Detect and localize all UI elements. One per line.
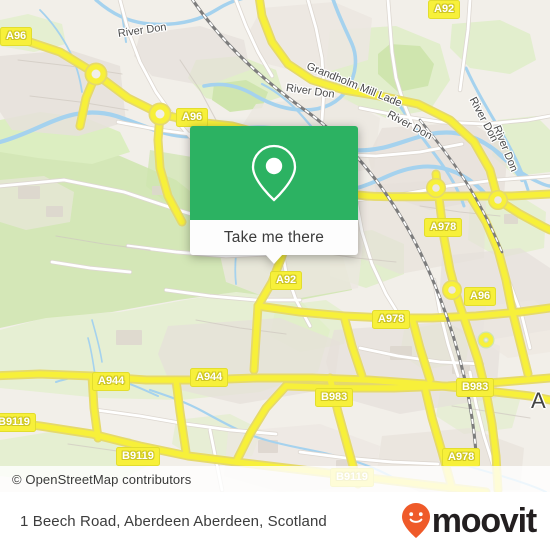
road-shield-b983[interactable]: B983 [456, 378, 495, 397]
take-me-there-label: Take me there [223, 228, 325, 246]
moovit-wordmark: moovit [431, 502, 537, 540]
map-pin-icon [251, 144, 297, 202]
road-shield-a96[interactable]: A96 [0, 27, 33, 46]
road-shield-b983[interactable]: B983 [315, 388, 354, 407]
road-shield-b9119[interactable]: B9119 [0, 413, 36, 432]
take-me-there-popup[interactable]: Take me there [190, 126, 358, 264]
road-shield-b9119[interactable]: B9119 [116, 447, 160, 466]
footer-bar: 1 Beech Road, Aberdeen Aberdeen, Scotlan… [0, 492, 550, 550]
moovit-smiley-pin-icon [401, 503, 430, 538]
road-shield-a92[interactable]: A92 [270, 271, 303, 290]
road-shield-a944[interactable]: A944 [190, 368, 229, 387]
road-shield-a944[interactable]: A944 [92, 372, 131, 391]
popup-marker-panel [190, 126, 358, 220]
road-shield-a978[interactable]: A978 [372, 310, 411, 329]
road-shield-a96[interactable]: A96 [176, 108, 209, 127]
osm-attribution-text: © OpenStreetMap contributors [12, 471, 192, 487]
road-shield-a92[interactable]: A92 [428, 0, 461, 19]
osm-attribution-bar: © OpenStreetMap contributors [0, 466, 550, 492]
moovit-brand: moovit [401, 502, 550, 540]
map-screenshot-page: .land { fill:#f2efe9; } .green { fill:#d… [0, 0, 550, 550]
place-label: A [531, 388, 546, 413]
road-shield-a978[interactable]: A978 [424, 218, 463, 237]
popup-action-bar[interactable]: Take me there [190, 220, 358, 264]
road-shield-a978[interactable]: A978 [442, 448, 481, 467]
address-label: 1 Beech Road, Aberdeen Aberdeen, Scotlan… [20, 512, 327, 530]
popup-tail [265, 254, 283, 264]
road-shield-a96[interactable]: A96 [464, 287, 497, 306]
